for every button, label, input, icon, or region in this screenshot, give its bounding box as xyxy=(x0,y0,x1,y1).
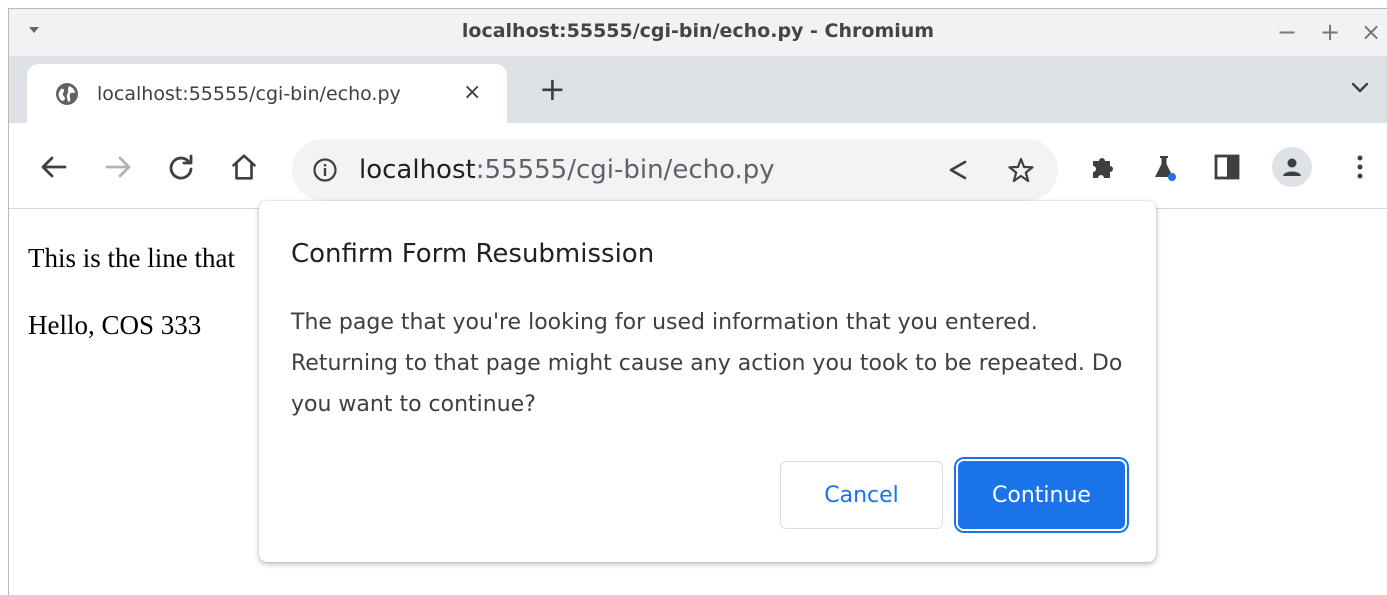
tab-close-button[interactable]: × xyxy=(463,80,481,106)
page-line-2: Hello, COS 333 xyxy=(28,310,202,340)
avatar-icon xyxy=(1283,158,1301,176)
bookmark-star-icon[interactable] xyxy=(1007,156,1035,184)
kebab-menu-icon xyxy=(1357,155,1363,179)
maximize-button[interactable]: + xyxy=(1320,17,1340,47)
tab-strip: localhost:55555/cgi-bin/echo.py × + xyxy=(9,56,1387,123)
minimize-button[interactable]: − xyxy=(1277,17,1297,47)
side-panel-button[interactable] xyxy=(1212,152,1242,182)
home-icon xyxy=(231,154,257,180)
page-line-1: This is the line that xyxy=(28,243,235,273)
cancel-button[interactable]: Cancel xyxy=(780,461,943,529)
dialog-message: The page that you're looking for used in… xyxy=(291,310,1123,417)
profile-button[interactable] xyxy=(1272,147,1312,187)
toolbar: localhost:55555/cgi-bin/echo.py xyxy=(9,123,1387,209)
labs-button[interactable] xyxy=(1149,152,1179,182)
extensions-button[interactable] xyxy=(1088,152,1118,182)
url-text[interactable]: localhost:55555/cgi-bin/echo.py xyxy=(359,155,775,185)
continue-button[interactable]: Continue xyxy=(958,461,1125,529)
tab-title: localhost:55555/cgi-bin/echo.py xyxy=(97,83,401,105)
confirm-resubmission-dialog: Confirm Form Resubmission The page that … xyxy=(259,201,1156,562)
dialog-title: Confirm Form Resubmission xyxy=(291,239,655,269)
url-path: :55555/cgi-bin/echo.py xyxy=(475,155,775,185)
title-bar: localhost:55555/cgi-bin/echo.py - Chromi… xyxy=(9,9,1387,56)
reload-button[interactable] xyxy=(166,152,196,182)
arrow-left-icon xyxy=(41,156,67,178)
arrow-right-icon xyxy=(105,156,131,178)
home-button[interactable] xyxy=(229,152,259,182)
back-button[interactable] xyxy=(39,152,69,182)
reload-icon xyxy=(169,154,193,180)
chevron-down-icon[interactable] xyxy=(1349,76,1371,98)
new-tab-button[interactable]: + xyxy=(539,72,566,106)
window-title: localhost:55555/cgi-bin/echo.py - Chromi… xyxy=(461,20,935,42)
browser-window: localhost:55555/cgi-bin/echo.py - Chromi… xyxy=(8,8,1387,595)
puzzle-icon xyxy=(1093,158,1113,178)
info-icon[interactable] xyxy=(312,157,338,183)
tab-echo[interactable]: localhost:55555/cgi-bin/echo.py × xyxy=(27,64,507,123)
url-host: localhost xyxy=(359,155,476,185)
address-bar[interactable]: localhost:55555/cgi-bin/echo.py xyxy=(292,139,1058,201)
share-icon[interactable] xyxy=(945,157,971,183)
globe-icon xyxy=(56,83,78,105)
flask-icon xyxy=(1155,156,1176,181)
close-window-button[interactable]: × xyxy=(1361,17,1381,47)
menu-button[interactable] xyxy=(1345,152,1375,182)
forward-button[interactable] xyxy=(103,152,133,182)
side-panel-icon xyxy=(1214,154,1240,180)
